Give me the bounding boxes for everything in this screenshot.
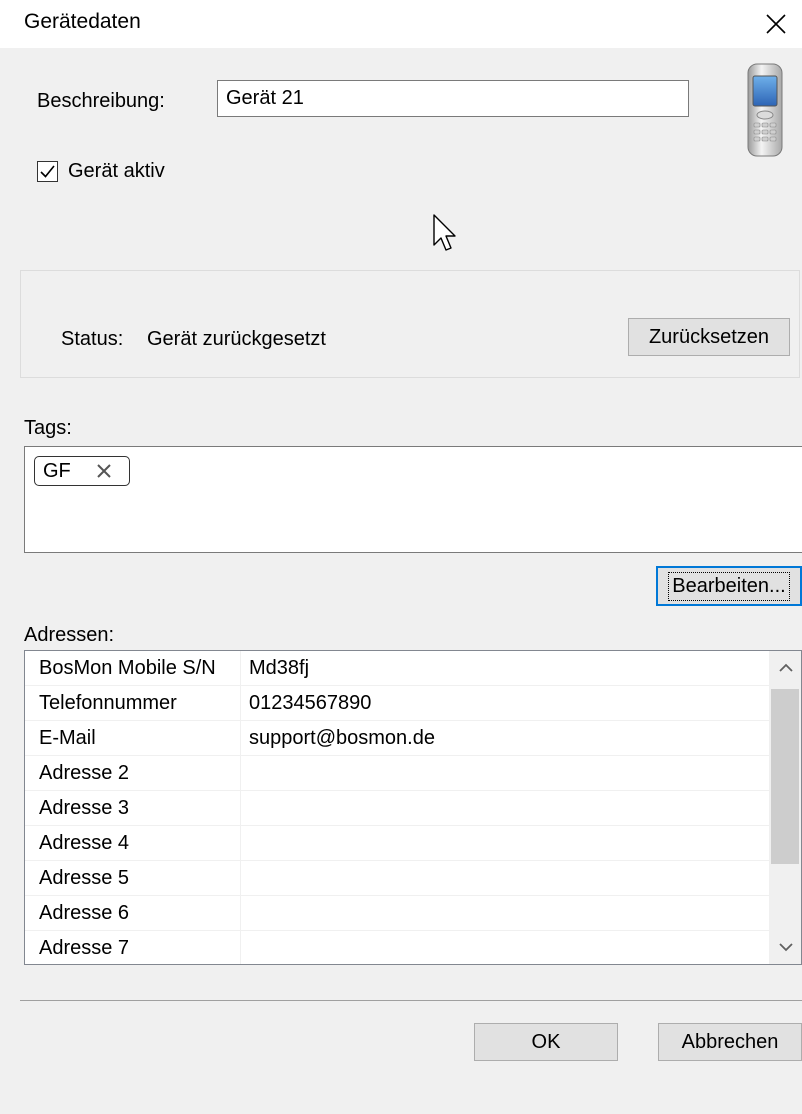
tags-box[interactable]: GF [24,446,802,553]
table-row[interactable]: Adresse 6 [25,896,769,931]
scroll-down-button[interactable] [769,930,801,964]
active-checkbox[interactable]: Gerät aktiv [37,160,165,183]
addresses-table[interactable]: BosMon Mobile S/N Md38fj Telefonnummer 0… [24,650,802,965]
description-input[interactable]: Gerät 21 [217,80,689,117]
checkbox-box[interactable] [37,161,58,182]
address-name: Adresse 5 [39,867,130,889]
address-name: Adresse 6 [39,902,130,924]
edit-tags-button-label: Bearbeiten... [668,571,790,601]
table-row[interactable]: Adresse 7 [25,931,769,964]
window-title: Gerätedaten [24,10,141,33]
checkmark-icon [40,165,55,178]
address-value[interactable]: Md38fj [249,657,309,680]
description-label: Beschreibung: [37,90,165,112]
tag-chip[interactable]: GF [34,456,130,486]
ok-button[interactable]: OK [474,1023,618,1061]
address-name: Adresse 3 [39,797,130,819]
address-value[interactable]: 01234567890 [249,692,371,715]
table-row[interactable]: Telefonnummer 01234567890 [25,686,769,721]
vertical-scrollbar[interactable] [769,651,801,964]
scroll-up-button[interactable] [769,651,801,685]
address-name: Adresse 7 [39,937,130,959]
status-label: Status: [61,328,124,350]
address-name: Adresse 2 [39,762,130,784]
table-row[interactable]: Adresse 3 [25,791,769,826]
reset-button[interactable]: Zurücksetzen [628,318,790,356]
mouse-cursor-icon [432,213,458,259]
active-checkbox-label: Gerät aktiv [68,160,165,182]
table-row[interactable]: Adresse 5 [25,861,769,896]
title-bar: Gerätedaten [0,0,802,48]
address-name: Adresse 4 [39,832,130,854]
cancel-button[interactable]: Abbrechen [658,1023,802,1061]
addresses-label: Adressen: [24,624,115,646]
chevron-down-icon [779,943,793,952]
table-row[interactable]: E-Mail support@bosmon.de [25,721,769,756]
tags-label: Tags: [24,417,72,439]
remove-tag-icon[interactable] [95,462,113,486]
table-row[interactable]: Adresse 2 [25,756,769,791]
footer-separator [20,1000,802,1001]
table-row[interactable]: Adresse 4 [25,826,769,861]
close-button[interactable] [756,6,796,42]
table-row[interactable]: BosMon Mobile S/N Md38fj [25,651,769,686]
address-name: E-Mail [39,727,96,749]
address-value[interactable]: support@bosmon.de [249,727,435,750]
address-name: BosMon Mobile S/N [39,657,216,679]
mobile-phone-icon [744,62,786,166]
tag-label: GF [43,459,71,482]
status-value: Gerät zurückgesetzt [147,328,326,350]
description-input-value: Gerät 21 [226,87,304,109]
address-name: Telefonnummer [39,692,177,714]
edit-tags-button[interactable]: Bearbeiten... [656,566,802,606]
scroll-thumb[interactable] [771,689,799,864]
close-icon [766,14,786,34]
chevron-up-icon [779,663,793,672]
